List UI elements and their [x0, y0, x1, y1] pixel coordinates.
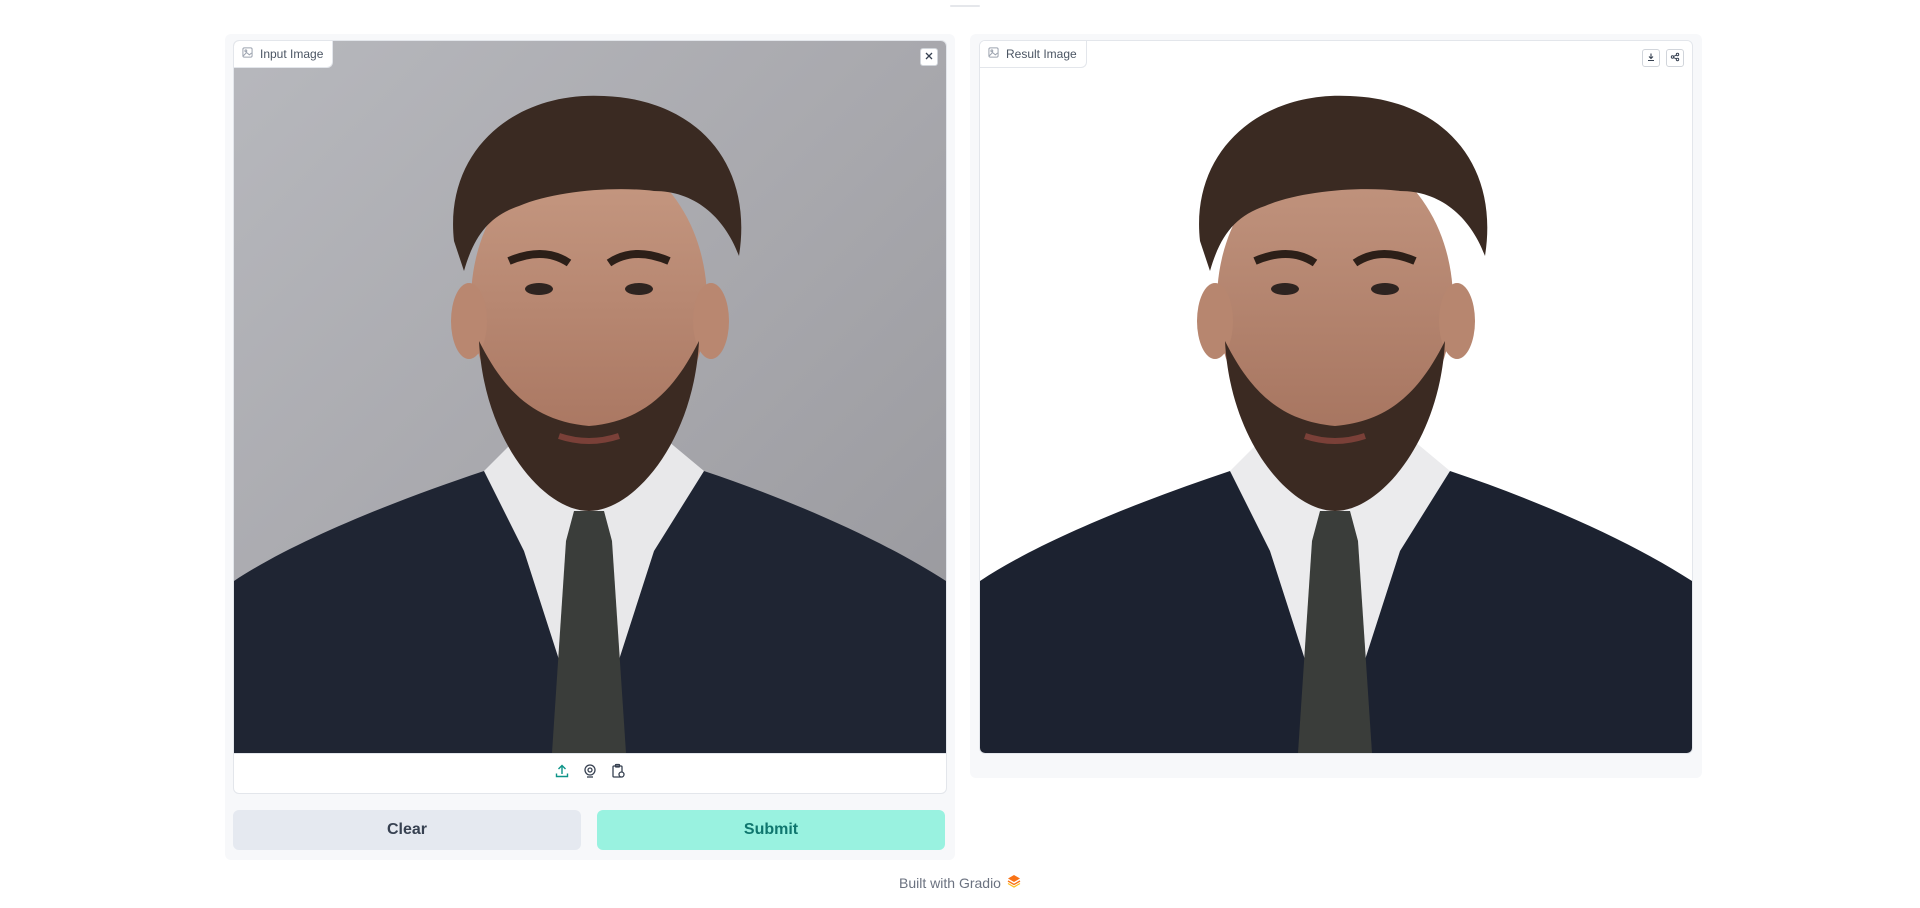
share-icon: [1670, 49, 1680, 67]
upload-icon: [554, 763, 570, 784]
clear-button[interactable]: Clear: [233, 810, 581, 850]
input-image-label-text: Input Image: [260, 47, 324, 61]
result-photo: [980, 41, 1692, 753]
footer-text[interactable]: Built with Gradio: [899, 875, 1001, 891]
gradio-logo-icon: [1007, 874, 1021, 891]
close-icon: [924, 48, 934, 66]
footer: Built with Gradio: [0, 874, 1920, 891]
clipboard-icon: [610, 763, 626, 784]
clipboard-button[interactable]: [608, 763, 628, 784]
input-photo: [234, 41, 946, 753]
webcam-icon: [582, 763, 598, 784]
submit-button[interactable]: Submit: [597, 810, 945, 850]
upload-button[interactable]: [552, 764, 572, 784]
input-source-bar: [234, 753, 946, 793]
download-icon: [1646, 49, 1656, 67]
input-image-container[interactable]: Input Image: [233, 40, 947, 794]
clear-image-button[interactable]: [920, 48, 938, 66]
download-button[interactable]: [1642, 49, 1660, 67]
top-divider: [950, 5, 980, 7]
result-image-container: Result Image: [979, 40, 1693, 754]
result-image-label: Result Image: [980, 41, 1087, 68]
result-panel: Result Image: [970, 34, 1702, 778]
image-icon: [242, 47, 253, 61]
result-image-label-text: Result Image: [1006, 47, 1077, 61]
input-panel: Input Image Clear Submit: [225, 34, 955, 860]
webcam-button[interactable]: [580, 764, 600, 784]
image-icon: [988, 47, 999, 61]
share-button[interactable]: [1666, 49, 1684, 67]
input-image-label: Input Image: [234, 41, 334, 68]
